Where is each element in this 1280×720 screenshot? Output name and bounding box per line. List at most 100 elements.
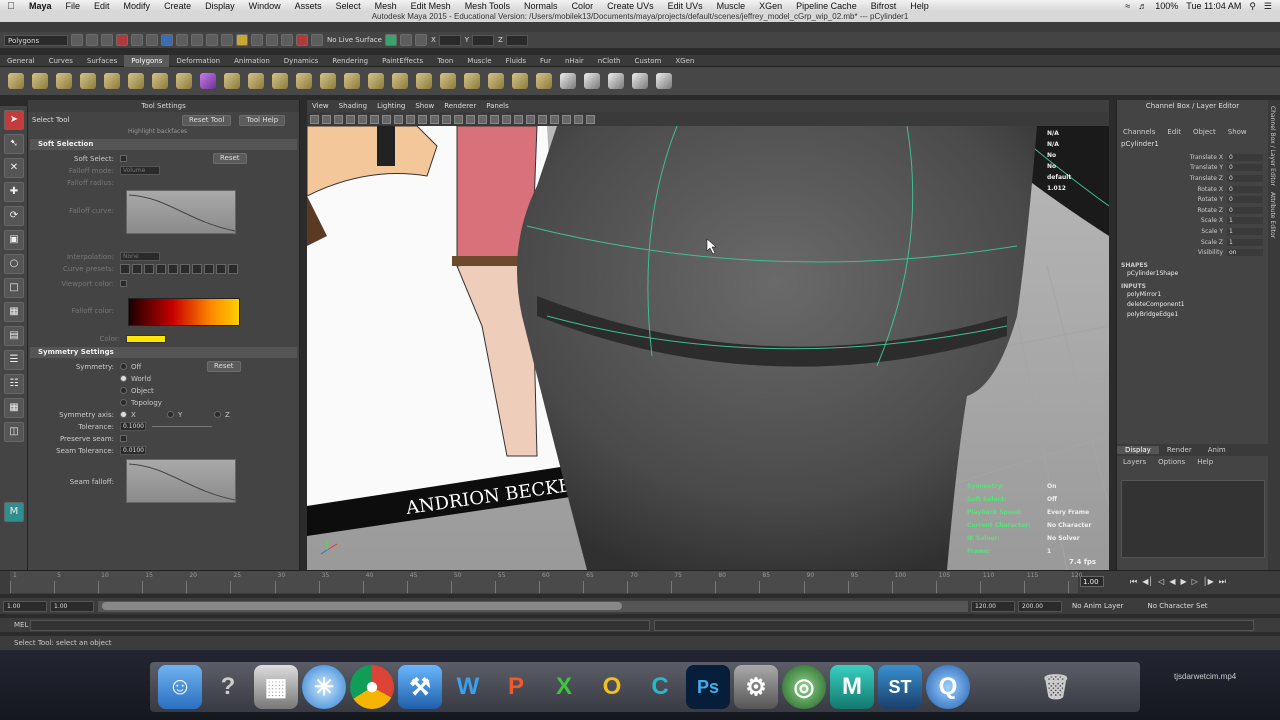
play-back-icon[interactable]: ◀ <box>1169 577 1175 587</box>
input-node[interactable]: deleteComponent1 <box>1117 300 1268 310</box>
falloff-curve-graph[interactable] <box>126 190 236 234</box>
layout-graph-icon[interactable]: ☷ <box>4 374 24 394</box>
layer-menu-help[interactable]: Help <box>1191 458 1219 466</box>
ao-icon[interactable] <box>514 114 523 124</box>
start-time-field[interactable]: 1.00 <box>3 600 47 612</box>
boolean-icon[interactable] <box>272 73 288 89</box>
mask-icon[interactable] <box>161 34 173 46</box>
combine-icon[interactable] <box>200 73 216 89</box>
menu-normals[interactable]: Normals <box>517 1 565 11</box>
reset-tool-button[interactable]: Reset Tool <box>182 114 232 126</box>
select-component-icon[interactable] <box>146 34 158 46</box>
poly-plane-icon[interactable] <box>104 73 120 89</box>
quicktime-icon[interactable]: Q <box>926 665 970 709</box>
coord-x-field[interactable] <box>438 34 461 46</box>
playback-end-field[interactable]: 120.00 <box>971 600 1015 612</box>
shelf-tab-animation[interactable]: Animation <box>227 55 277 67</box>
camera-icon[interactable] <box>310 114 319 124</box>
photoshop-icon[interactable]: Ps <box>686 665 730 709</box>
tool-help-button[interactable]: Tool Help <box>239 114 286 126</box>
attr-value[interactable]: 0 <box>1227 206 1263 214</box>
menu-edit-mesh[interactable]: Edit Mesh <box>404 1 458 11</box>
layout-four-icon[interactable]: ▦ <box>4 302 24 322</box>
layout-outliner-icon[interactable]: ☰ <box>4 350 24 370</box>
shelf-tab-fur[interactable]: Fur <box>533 55 558 67</box>
attr-row[interactable]: Rotate Y 0 <box>1117 194 1268 205</box>
shelf-tab-general[interactable]: General <box>0 55 42 67</box>
menu-create-uvs[interactable]: Create UVs <box>600 1 661 11</box>
trash-icon[interactable]: 🗑 <box>1034 665 1078 709</box>
shelf-tab-fluids[interactable]: Fluids <box>499 55 533 67</box>
side-tab-channel-box[interactable]: Channel Box / Layer Editor <box>1269 106 1276 186</box>
vp-menu-panels[interactable]: Panels <box>481 102 514 110</box>
symmetry-object-radio[interactable] <box>120 387 127 394</box>
xray-icon[interactable] <box>562 114 571 124</box>
attr-value[interactable]: 1 <box>1227 217 1263 225</box>
viewport-color-checkbox[interactable] <box>120 280 127 287</box>
help-icon[interactable]: ? <box>206 665 250 709</box>
attr-row[interactable]: Rotate X 0 <box>1117 184 1268 195</box>
motion-blur-icon[interactable] <box>526 114 535 124</box>
gate-mask-icon[interactable] <box>394 114 403 124</box>
open-scene-icon[interactable] <box>86 34 98 46</box>
curve-preset-5[interactable] <box>168 263 178 274</box>
snap-grid-icon[interactable] <box>251 34 263 46</box>
lock-icon[interactable] <box>236 34 248 46</box>
notification-icon[interactable]: ☰ <box>1264 1 1272 12</box>
apple-icon[interactable]:  <box>0 1 22 12</box>
menu-edit-uvs[interactable]: Edit UVs <box>661 1 710 11</box>
menu-app[interactable]: Maya <box>22 1 59 11</box>
symmetry-reset-button[interactable]: Reset <box>207 361 241 372</box>
resolution-gate-icon[interactable] <box>382 114 391 124</box>
attr-row[interactable]: Translate Z 0 <box>1117 173 1268 184</box>
layer-tab-render[interactable]: Render <box>1159 446 1200 454</box>
append-icon[interactable] <box>416 73 432 89</box>
shelf-tab-custom[interactable]: Custom <box>628 55 669 67</box>
timeline-ticks[interactable]: 1 5 10 15 20 25 30 35 40 45 50 55 60 65 70 75 80 85 90 95 10… <box>10 571 1082 593</box>
coord-z-field[interactable] <box>505 34 528 46</box>
curve-preset-8[interactable] <box>204 263 214 274</box>
curve-preset-10[interactable] <box>228 263 238 274</box>
last-tool-icon[interactable]: ○ <box>4 254 24 274</box>
range-track[interactable] <box>98 600 968 612</box>
soft-selection-header[interactable]: Soft Selection <box>30 139 297 150</box>
safari-icon[interactable]: ✳ <box>302 665 346 709</box>
selected-object-name[interactable]: pCylinder1 <box>1117 140 1268 148</box>
field-chart-icon[interactable] <box>406 114 415 124</box>
merge-icon[interactable] <box>536 73 552 89</box>
color-swatch[interactable] <box>126 334 166 343</box>
attr-value[interactable]: 0 <box>1227 164 1263 172</box>
shelf-tab-toon[interactable]: Toon <box>430 55 460 67</box>
shelf-tab-xgen[interactable]: XGen <box>668 55 701 67</box>
attr-value[interactable]: 0 <box>1227 174 1263 182</box>
poly-cone-icon[interactable] <box>80 73 96 89</box>
symmetry-off-radio[interactable] <box>120 363 127 370</box>
image-plane-icon[interactable] <box>346 114 355 124</box>
vp-menu-show[interactable]: Show <box>410 102 439 110</box>
symmetry-world-radio[interactable] <box>120 375 127 382</box>
backface-icon[interactable] <box>586 114 595 124</box>
mask-icon-4[interactable] <box>206 34 218 46</box>
attr-value[interactable]: on <box>1227 249 1263 257</box>
viewport-panel[interactable]: View Shading Lighting Show Renderer Pane… <box>307 100 1109 570</box>
playback-start-field[interactable]: 1.00 <box>50 600 94 612</box>
menu-assets[interactable]: Assets <box>288 1 329 11</box>
smooth-shade-icon[interactable] <box>454 114 463 124</box>
curve-preset-1[interactable] <box>120 263 130 274</box>
xcode-icon[interactable]: ⚒ <box>398 665 442 709</box>
system-preferences-icon[interactable]: ⚙ <box>734 665 778 709</box>
cb-menu-show[interactable]: Show <box>1222 128 1253 136</box>
menu-color[interactable]: Color <box>565 1 601 11</box>
shelf-tab-painteffects[interactable]: PaintEffects <box>375 55 430 67</box>
ipr-icon[interactable] <box>399 34 412 46</box>
curve-preset-9[interactable] <box>216 263 226 274</box>
side-tab-attribute-editor[interactable]: Attribute Editor <box>1269 192 1276 238</box>
menu-mesh-tools[interactable]: Mesh Tools <box>458 1 517 11</box>
menu-file[interactable]: File <box>59 1 88 11</box>
attr-row[interactable]: Scale Y 1 <box>1117 226 1268 237</box>
poly-torus-icon[interactable] <box>128 73 144 89</box>
menu-help[interactable]: Help <box>903 1 936 11</box>
attr-value[interactable]: 0 <box>1227 153 1263 161</box>
paint-select-icon[interactable]: ✕ <box>4 158 24 178</box>
layer-menu-options[interactable]: Options <box>1152 458 1191 466</box>
